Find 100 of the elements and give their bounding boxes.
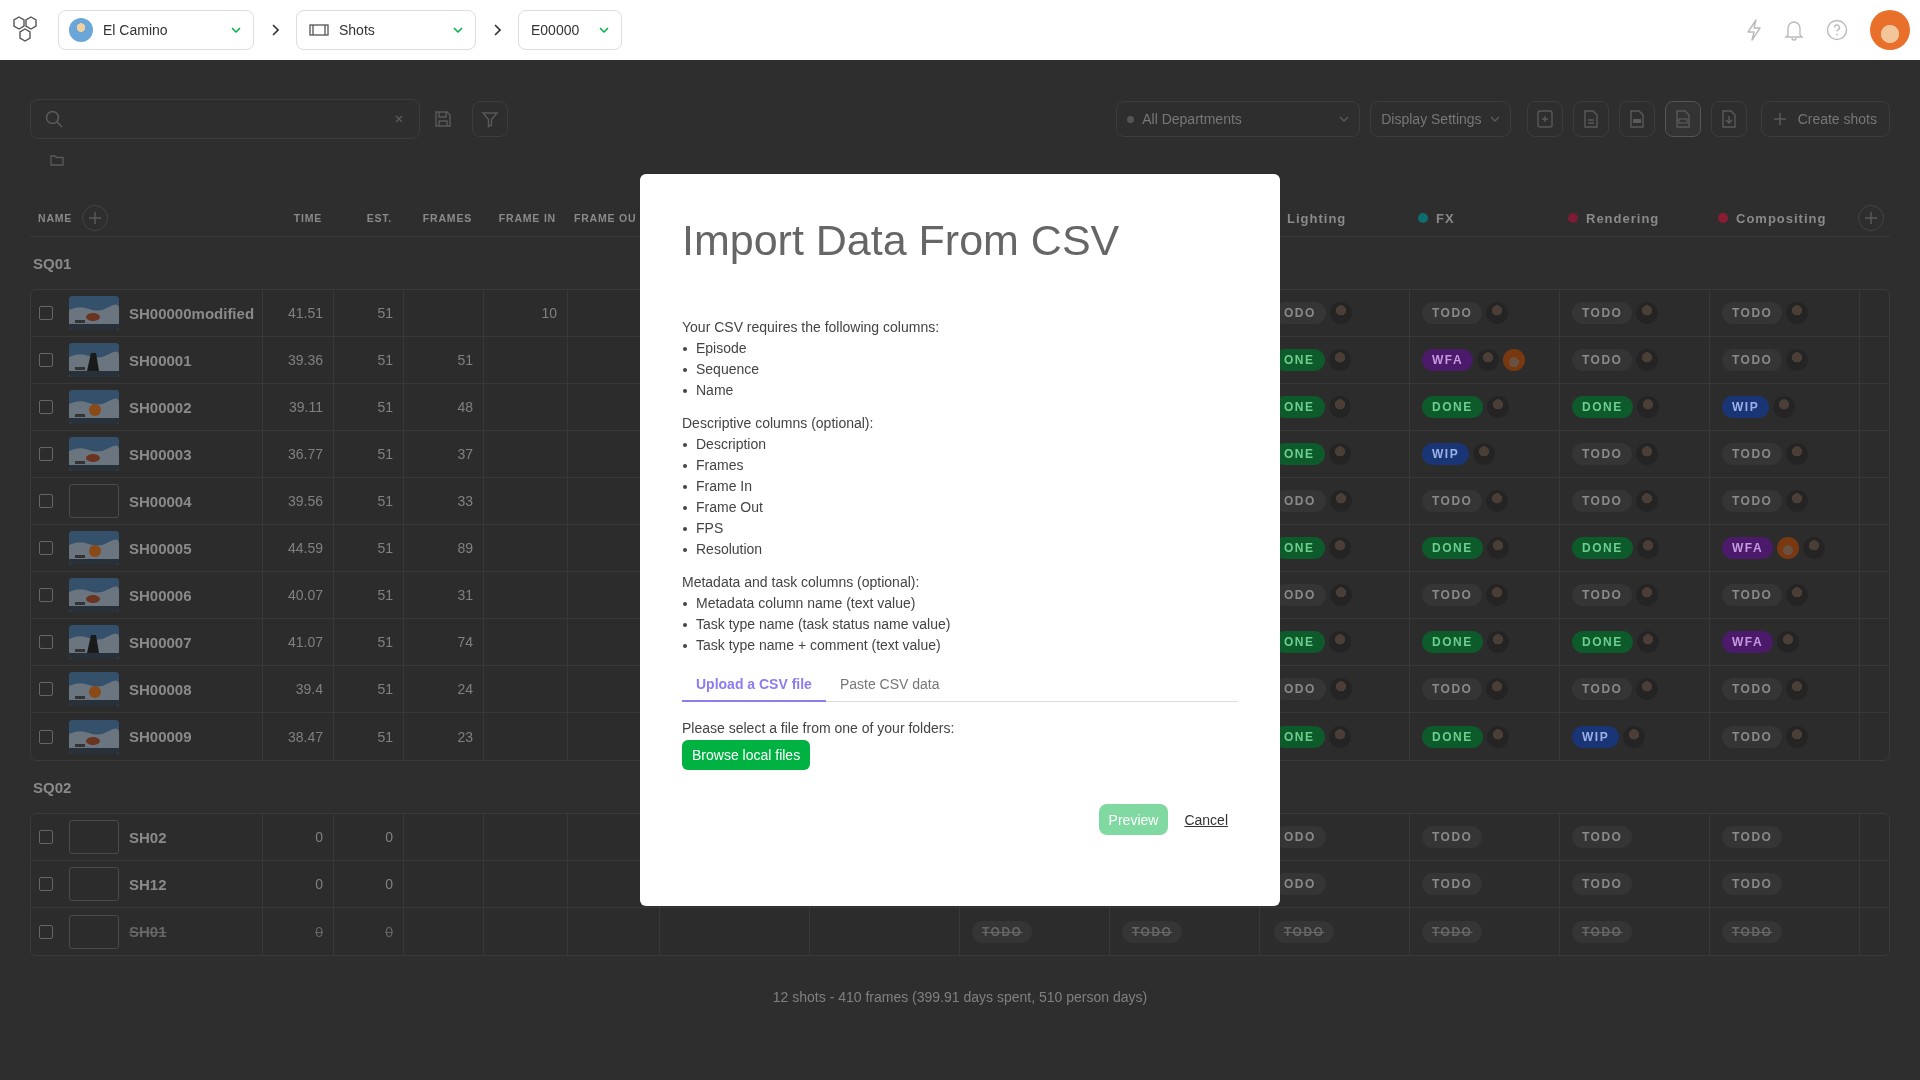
status-tag[interactable]: WFA <box>1422 349 1474 371</box>
folder-icon[interactable] <box>50 154 64 166</box>
column-header[interactable]: FRAME IN <box>498 212 556 224</box>
status-tag[interactable]: TODO <box>1572 349 1633 371</box>
assignee-avatar[interactable] <box>1503 349 1526 371</box>
shot-name[interactable]: SH00000modified <box>129 304 255 322</box>
status-tag[interactable]: TODO <box>1422 302 1483 324</box>
assignee-avatar[interactable] <box>1636 678 1659 700</box>
checkbox[interactable] <box>39 729 53 744</box>
status-tag[interactable]: TODO <box>1722 349 1783 371</box>
checkbox[interactable] <box>39 306 53 320</box>
task-column-header[interactable]: Compositing <box>1736 210 1827 226</box>
assignee-avatar[interactable] <box>1477 349 1500 371</box>
checkbox[interactable] <box>39 541 53 555</box>
status-tag[interactable]: TODO <box>1422 490 1483 512</box>
browse-files-button[interactable]: Browse local files <box>682 740 811 770</box>
shot-name[interactable]: SH00006 <box>129 586 192 604</box>
assignee-avatar[interactable] <box>1636 490 1659 512</box>
shot-name[interactable]: SH00009 <box>129 728 192 745</box>
shot-name[interactable]: SH02 <box>129 828 167 846</box>
download-file-button[interactable] <box>1710 101 1747 137</box>
filter-button[interactable] <box>472 101 508 137</box>
status-tag[interactable]: DONE <box>1572 537 1633 559</box>
assignee-avatar[interactable] <box>1636 537 1659 559</box>
assignee-avatar[interactable] <box>1786 349 1809 371</box>
project-dropdown[interactable]: El Camino <box>58 10 254 50</box>
task-column-header[interactable]: FX <box>1436 210 1455 226</box>
user-avatar[interactable] <box>1870 10 1910 50</box>
display-settings-dropdown[interactable]: Display Settings <box>1370 101 1511 137</box>
assignee-avatar[interactable] <box>1803 537 1826 559</box>
checkbox[interactable] <box>39 635 53 649</box>
cancel-link[interactable]: Cancel <box>1184 811 1228 828</box>
shot-name[interactable]: SH00003 <box>129 445 192 463</box>
assignee-avatar[interactable] <box>1777 537 1800 559</box>
status-tag[interactable]: TODO <box>1572 584 1633 606</box>
document-button[interactable] <box>1572 101 1609 137</box>
status-tag[interactable]: TODO <box>1722 826 1783 848</box>
status-tag[interactable]: TODO <box>1572 302 1633 324</box>
assignee-avatar[interactable] <box>1636 396 1659 418</box>
shot-name[interactable]: SH01 <box>129 923 167 940</box>
shot-name[interactable]: SH00007 <box>129 633 192 651</box>
create-shots-button[interactable]: Create shots <box>1760 101 1890 137</box>
assignee-avatar[interactable] <box>1486 302 1509 324</box>
status-tag[interactable]: TODO <box>1722 584 1783 606</box>
section-dropdown[interactable]: Shots <box>296 10 476 50</box>
assignee-avatar[interactable] <box>1486 725 1509 748</box>
assignee-avatar[interactable] <box>1786 443 1809 465</box>
checkbox[interactable] <box>39 353 53 367</box>
assignee-avatar[interactable] <box>1329 302 1352 324</box>
status-tag[interactable]: TODO <box>1572 826 1633 848</box>
assignee-avatar[interactable] <box>1328 725 1351 748</box>
status-tag[interactable]: DONE <box>1422 725 1483 748</box>
episode-dropdown[interactable]: E00000 <box>518 10 622 50</box>
status-tag[interactable]: DONE <box>1572 631 1633 653</box>
checkbox[interactable] <box>39 447 53 461</box>
assignee-avatar[interactable] <box>1329 678 1352 700</box>
checkbox[interactable] <box>39 494 53 508</box>
import-file-button[interactable] <box>1664 101 1701 137</box>
assignee-avatar[interactable] <box>1328 537 1351 559</box>
status-tag[interactable]: WFA <box>1722 537 1774 559</box>
column-header[interactable]: EST. <box>366 212 392 224</box>
assignee-avatar[interactable] <box>1636 443 1659 465</box>
assignee-avatar[interactable] <box>1786 678 1809 700</box>
status-tag[interactable]: TODO <box>1572 873 1633 895</box>
assignee-avatar[interactable] <box>1636 584 1659 606</box>
status-tag[interactable]: TODO <box>1422 826 1483 848</box>
checkbox[interactable] <box>39 588 53 602</box>
assignee-avatar[interactable] <box>1486 490 1509 512</box>
column-header[interactable]: TIME <box>293 212 322 224</box>
csv-file-button[interactable] <box>1618 101 1655 137</box>
status-tag[interactable]: TODO <box>1572 678 1633 700</box>
help-icon[interactable] <box>1826 19 1848 41</box>
status-tag[interactable]: DONE <box>1572 396 1633 418</box>
status-tag[interactable]: WIP <box>1722 396 1770 418</box>
assignee-avatar[interactable] <box>1786 725 1809 748</box>
assignee-avatar[interactable] <box>1328 443 1351 465</box>
status-tag[interactable]: TODO <box>1722 678 1783 700</box>
assignee-avatar[interactable] <box>1486 584 1509 606</box>
shot-name[interactable]: SH00008 <box>129 680 192 698</box>
status-tag[interactable]: WIP <box>1422 443 1470 465</box>
assignee-avatar[interactable] <box>1786 302 1809 324</box>
assignee-avatar[interactable] <box>1773 396 1796 418</box>
checkbox[interactable] <box>39 400 53 414</box>
status-tag[interactable]: TODO <box>1572 490 1633 512</box>
assignee-avatar[interactable] <box>1329 584 1352 606</box>
shot-name[interactable]: SH12 <box>129 875 167 893</box>
checkbox[interactable] <box>39 924 53 939</box>
shot-name[interactable]: SH00004 <box>129 492 192 510</box>
assignee-avatar[interactable] <box>1636 349 1659 371</box>
checkbox[interactable] <box>39 877 53 891</box>
assignee-avatar[interactable] <box>1486 396 1509 418</box>
checkbox[interactable] <box>39 830 53 844</box>
assignee-avatar[interactable] <box>1786 584 1809 606</box>
assignee-avatar[interactable] <box>1328 349 1351 371</box>
assignee-avatar[interactable] <box>1473 443 1496 465</box>
status-tag[interactable]: DONE <box>1422 537 1483 559</box>
status-tag[interactable]: TODO <box>1722 725 1783 748</box>
assignee-avatar[interactable] <box>1623 725 1646 748</box>
department-select[interactable]: All Departments <box>1116 101 1361 137</box>
assignee-avatar[interactable] <box>1786 490 1809 512</box>
